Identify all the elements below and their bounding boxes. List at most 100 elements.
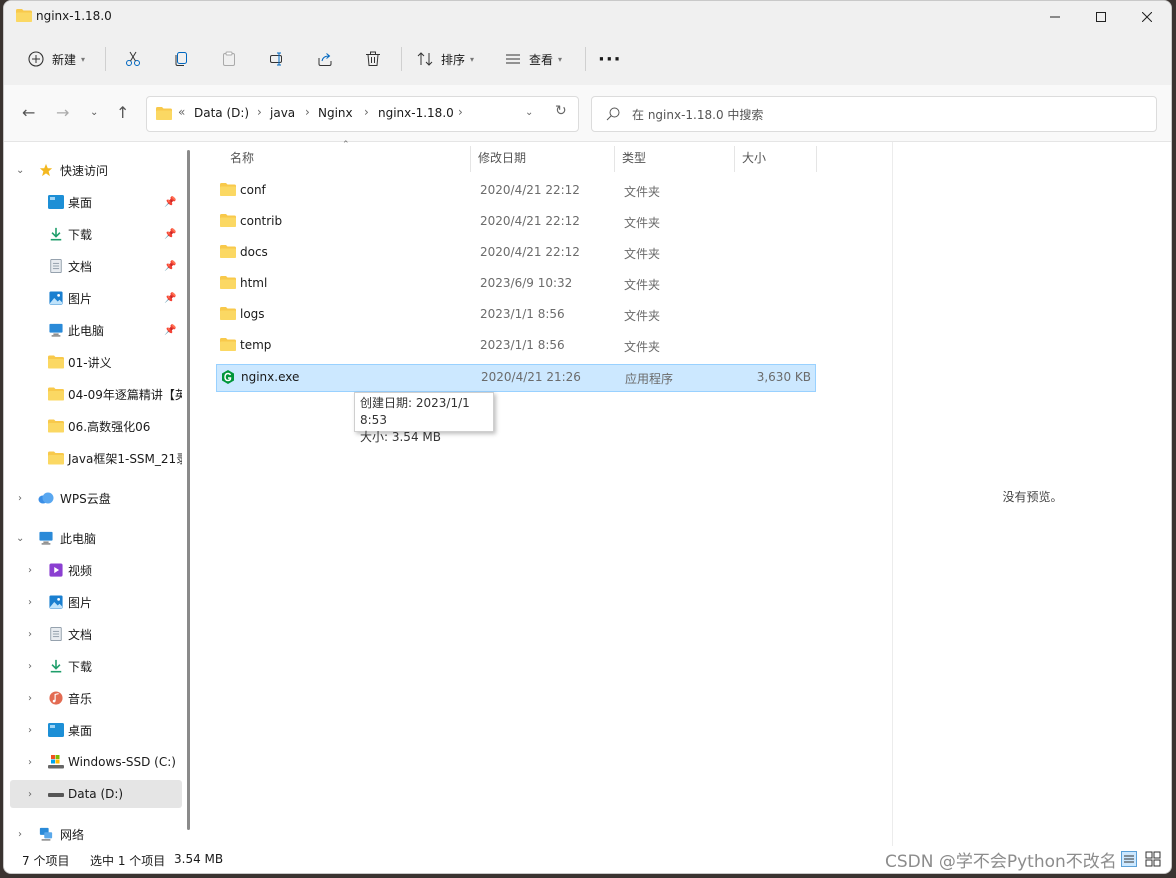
sidebar-item-network[interactable]: › 网络	[4, 820, 182, 848]
column-divider[interactable]	[816, 146, 817, 172]
chevron-right-icon[interactable]: ›	[364, 105, 369, 119]
sort-label: 排序	[441, 52, 466, 67]
address-bar[interactable]: « Data (D:) › java › Nginx › nginx-1.18.…	[146, 96, 579, 132]
chevron-right-icon[interactable]: ›	[305, 105, 310, 119]
maximize-button[interactable]	[1078, 1, 1124, 33]
sidebar-item-folder[interactable]: 06.高数强化06	[4, 412, 182, 440]
delete-icon	[366, 51, 380, 66]
breadcrumb-overflow-icon[interactable]: «	[178, 105, 185, 119]
close-button[interactable]	[1124, 1, 1170, 33]
folder-icon	[48, 355, 64, 369]
table-row[interactable]: docs 2020/4/21 22:12 文件夹	[216, 240, 814, 266]
column-header-type[interactable]: 类型	[622, 142, 646, 172]
search-box[interactable]: 在 nginx-1.18.0 中搜索	[591, 96, 1157, 132]
sidebar-item-pictures[interactable]: › 图片	[4, 588, 182, 616]
chevron-right-icon[interactable]: ›	[28, 565, 32, 576]
no-preview-text: 没有预览。	[1002, 490, 1063, 504]
address-history-chevron-icon[interactable]: ⌄	[525, 107, 533, 118]
sidebar-item-documents[interactable]: › 文档	[4, 620, 182, 648]
paste-button[interactable]	[221, 43, 237, 75]
sort-button[interactable]: 排序 ▾	[417, 43, 474, 75]
cut-button[interactable]	[125, 43, 141, 75]
table-row[interactable]: conf 2020/4/21 22:12 文件夹	[216, 178, 814, 204]
new-button[interactable]: 新建 ▾	[28, 43, 85, 75]
minimize-button[interactable]	[1032, 1, 1078, 33]
sidebar-item-this-pc[interactable]: ⌄ 此电脑	[4, 524, 182, 552]
back-arrow-icon[interactable]: ←	[22, 103, 35, 122]
sidebar-item-desktop[interactable]: 桌面 📌	[4, 188, 182, 216]
chevron-right-icon[interactable]: ›	[28, 629, 32, 640]
desktop-icon	[48, 195, 64, 209]
pin-icon: 📌	[164, 196, 177, 208]
view-button[interactable]: 查看 ▾	[505, 43, 562, 75]
sidebar-item-quick-access[interactable]: ⌄ 快速访问	[4, 156, 182, 184]
breadcrumb-data-d[interactable]: Data (D:)	[194, 106, 249, 120]
drive-icon	[48, 755, 64, 769]
chevron-right-icon[interactable]: ›	[28, 597, 32, 608]
sidebar-item-music[interactable]: › 音乐	[4, 684, 182, 712]
column-header-size[interactable]: 大小	[742, 142, 766, 172]
sidebar-item-desktop[interactable]: › 桌面	[4, 716, 182, 744]
sidebar-item-downloads[interactable]: › 下载	[4, 652, 182, 680]
column-header-label: 名称	[230, 150, 255, 165]
more-options-button[interactable]: ···	[598, 43, 622, 75]
chevron-right-icon[interactable]: ›	[28, 725, 32, 736]
sidebar-item-this-pc-pinned[interactable]: 此电脑 📌	[4, 316, 182, 344]
up-arrow-icon[interactable]: ↑	[116, 103, 129, 122]
refresh-icon[interactable]: ↻	[555, 103, 567, 119]
forward-arrow-icon[interactable]: →	[56, 103, 69, 122]
chevron-right-icon[interactable]: ›	[28, 661, 32, 672]
file-name: docs	[240, 245, 268, 259]
chevron-right-icon[interactable]: ›	[18, 493, 22, 504]
close-icon	[1142, 12, 1152, 22]
sidebar-item-folder[interactable]: 04-09年逐篇精讲【英	[4, 380, 182, 408]
column-divider[interactable]	[734, 146, 735, 172]
sidebar-item-pictures[interactable]: 图片 📌	[4, 284, 182, 312]
network-icon	[39, 827, 53, 841]
sidebar-item-downloads[interactable]: 下载 📌	[4, 220, 182, 248]
sidebar-item-drive-d[interactable]: › Data (D:)	[10, 780, 182, 808]
chevron-right-icon[interactable]: ›	[257, 105, 262, 119]
table-row-selected[interactable]: nginx.exe 2020/4/21 21:26 应用程序 3,630 KB	[216, 364, 816, 392]
sidebar-item-label: 快速访问	[60, 163, 109, 178]
table-row[interactable]: temp 2023/1/1 8:56 文件夹	[216, 333, 814, 359]
sidebar-scrollbar[interactable]	[187, 150, 190, 830]
table-row[interactable]: contrib 2020/4/21 22:12 文件夹	[216, 209, 814, 235]
chevron-right-icon[interactable]: ›	[28, 757, 32, 768]
column-divider[interactable]	[470, 146, 471, 172]
sidebar-item-documents[interactable]: 文档 📌	[4, 252, 182, 280]
folder-icon	[220, 307, 236, 320]
chevron-right-icon[interactable]: ›	[458, 105, 463, 119]
chevron-down-icon[interactable]: ⌄	[16, 533, 24, 544]
column-header-date[interactable]: 修改日期	[478, 142, 526, 172]
sidebar-item-wps-cloud[interactable]: › WPS云盘	[4, 484, 182, 512]
pin-icon: 📌	[164, 292, 177, 304]
chevron-right-icon[interactable]: ›	[28, 789, 32, 800]
breadcrumb-nginx-1-18-0[interactable]: nginx-1.18.0	[378, 106, 454, 120]
breadcrumb-nginx[interactable]: Nginx	[318, 106, 353, 120]
sidebar-item-folder[interactable]: 01-讲义	[4, 348, 182, 376]
sidebar-item-videos[interactable]: › 视频	[4, 556, 182, 584]
share-button[interactable]	[317, 43, 333, 75]
chevron-right-icon[interactable]: ›	[18, 829, 22, 840]
chevron-down-icon[interactable]: ⌄	[16, 165, 24, 176]
breadcrumb-java[interactable]: java	[270, 106, 295, 120]
rename-button[interactable]	[269, 43, 285, 75]
sidebar-item-label: 视频	[68, 563, 93, 578]
file-date: 2020/4/21 21:26	[481, 370, 581, 384]
recent-locations-chevron-icon[interactable]: ⌄	[90, 107, 98, 118]
sidebar-item-drive-c[interactable]: › Windows-SSD (C:)	[4, 748, 182, 776]
sidebar-item-folder[interactable]: Java框架1-SSM_21录	[4, 444, 182, 472]
column-header-name[interactable]: 名称	[230, 142, 254, 172]
folder-icon	[220, 276, 236, 289]
sidebar-item-label: 音乐	[68, 691, 93, 706]
pin-icon: 📌	[164, 228, 177, 240]
table-row[interactable]: logs 2023/1/1 8:56 文件夹	[216, 302, 814, 328]
details-view-icon[interactable]	[1121, 851, 1137, 867]
column-divider[interactable]	[614, 146, 615, 172]
copy-button[interactable]	[173, 43, 189, 75]
delete-button[interactable]	[365, 43, 381, 75]
large-icons-view-icon[interactable]	[1145, 851, 1161, 867]
chevron-right-icon[interactable]: ›	[28, 693, 32, 704]
table-row[interactable]: html 2023/6/9 10:32 文件夹	[216, 271, 814, 297]
